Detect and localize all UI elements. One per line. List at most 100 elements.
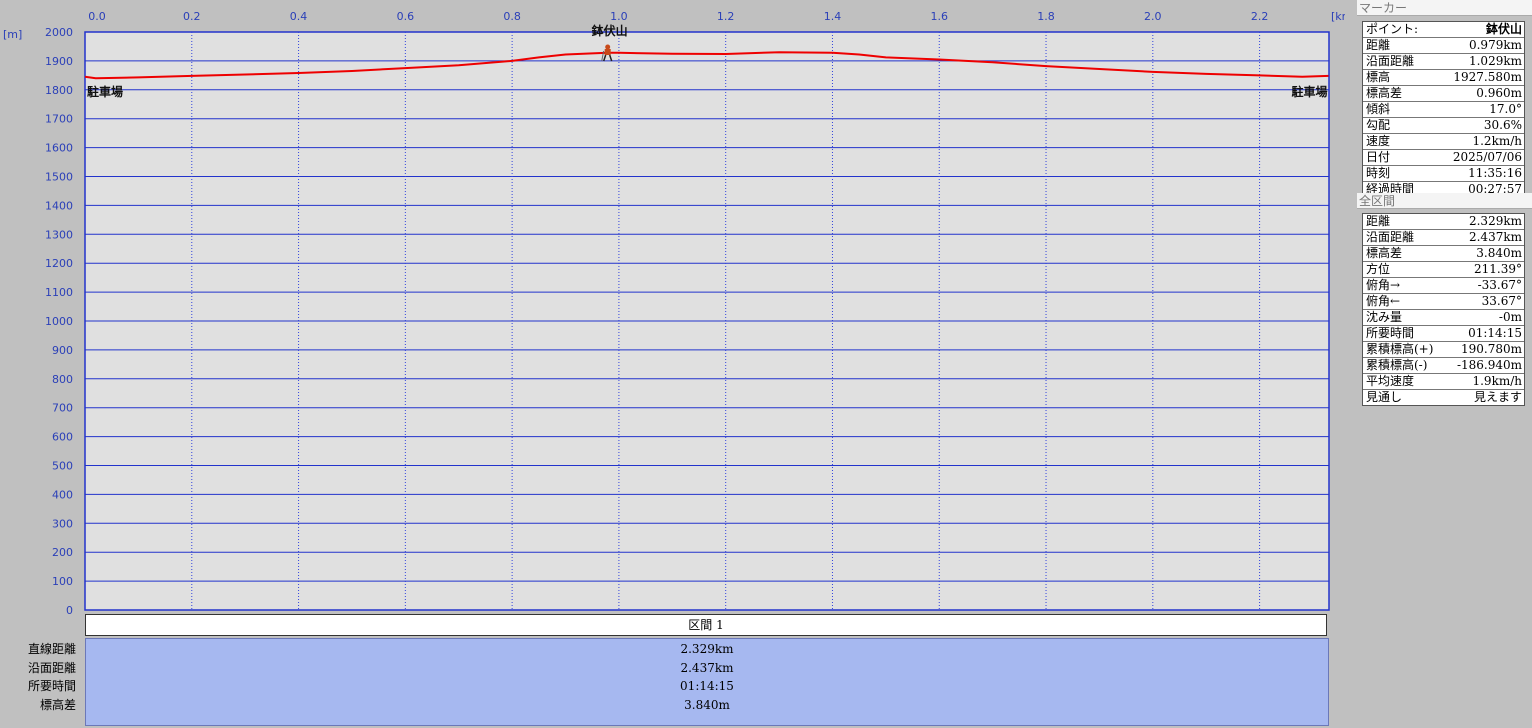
panel-row-key: 俯角→ xyxy=(1366,278,1401,292)
y-tick-label: 1200 xyxy=(45,257,73,270)
section-table: 区間 1 直線距離 2.329km 沿面距離 2.437km 所要時間 01:14:15 標… xyxy=(0,614,1330,728)
y-tick-label: 1900 xyxy=(45,55,73,68)
panel-row-value: 3.840m xyxy=(1476,246,1522,260)
marker-label-end: 駐車場 xyxy=(1291,84,1327,99)
panel-row: 累積標高(-) -186.940m xyxy=(1363,358,1524,374)
panel-row-value: 見えます xyxy=(1473,390,1522,404)
marker-panel-title: マーカー xyxy=(1357,0,1532,16)
x-tick-label: 2.0 xyxy=(1144,10,1162,23)
section-row-value: 2.437km xyxy=(680,660,734,675)
panel-row-value: -33.67° xyxy=(1477,278,1522,292)
section-row-value: 2.329km xyxy=(680,642,734,656)
section-header[interactable]: 区間 1 xyxy=(85,614,1327,636)
marker-panel: ポイント: 鉢伏山 距離 0.979km 沿面距離 1.029km 標高 1927.580m 標… xyxy=(1362,21,1525,198)
y-tick-label: 600 xyxy=(52,431,73,444)
x-axis-ticks: 0.0 0.2 0.4 0.6 0.8 1.0 1.2 1.4 1.6 1.8 2.0 2.2 xyxy=(88,10,1268,23)
section-row-label: 所要時間 xyxy=(27,679,76,693)
x-tick-label: 1.6 xyxy=(930,10,948,23)
panel-row: 傾斜 17.0° xyxy=(1363,102,1524,118)
panel-row-key: 標高差 xyxy=(1366,246,1403,260)
panel-row-key: 時刻 xyxy=(1366,166,1391,180)
panel-row-value: -0m xyxy=(1498,310,1522,324)
panel-row-value: 0.960m xyxy=(1476,86,1522,100)
y-tick-label: 2000 xyxy=(45,26,73,39)
y-tick-label: 500 xyxy=(52,460,73,473)
panel-row-key: 標高差 xyxy=(1366,86,1403,100)
panel-row-value: 11:35:16 xyxy=(1468,166,1522,180)
panel-row: 速度 1.2km/h xyxy=(1363,134,1524,150)
panel-row: 方位 211.39° xyxy=(1363,262,1524,278)
panel-row: ポイント: 鉢伏山 xyxy=(1363,22,1524,38)
panel-row-key: 勾配 xyxy=(1366,118,1391,132)
panel-row-key: 速度 xyxy=(1366,134,1391,148)
y-tick-label: 1400 xyxy=(45,199,73,212)
panel-row-key: 日付 xyxy=(1366,150,1391,164)
y-tick-label: 1100 xyxy=(45,286,73,299)
panel-row-value: 2025/07/06 xyxy=(1452,150,1522,164)
x-tick-label: 2.2 xyxy=(1251,10,1269,23)
panel-row-key: 沿面距離 xyxy=(1366,230,1415,244)
panel-row-value: 30.6% xyxy=(1483,118,1522,132)
panel-row-key: 距離 xyxy=(1366,214,1391,228)
marker-label-summit: 鉢伏山 xyxy=(592,23,628,38)
panel-row: 距離 2.329km xyxy=(1363,214,1524,230)
panel-row: 俯角← 33.67° xyxy=(1363,294,1524,310)
panel-row-value: -186.940m xyxy=(1456,358,1522,372)
section-row-label: 直線距離 xyxy=(27,642,76,656)
y-axis-unit: [m] xyxy=(3,28,22,41)
panel-row: 平均速度 1.9km/h xyxy=(1363,374,1524,390)
panel-row: 標高差 3.840m xyxy=(1363,246,1524,262)
x-tick-label: 1.2 xyxy=(717,10,735,23)
panel-row-value: 1927.580m xyxy=(1453,70,1522,84)
marker-label-start: 駐車場 xyxy=(87,84,123,99)
panel-row: 沿面距離 1.029km xyxy=(1363,54,1524,70)
panel-row-value: 1.2km/h xyxy=(1472,134,1522,148)
panel-row: 日付 2025/07/06 xyxy=(1363,150,1524,166)
panel-row-key: 平均速度 xyxy=(1366,374,1415,388)
panel-row: 標高 1927.580m xyxy=(1363,70,1524,86)
panel-row: 見通し 見えます xyxy=(1363,390,1524,405)
panel-row-value: 33.67° xyxy=(1481,294,1522,308)
y-tick-label: 1700 xyxy=(45,113,73,126)
panel-row-value: 1.9km/h xyxy=(1472,374,1522,388)
x-tick-label: 1.8 xyxy=(1037,10,1055,23)
panel-row-key: 俯角← xyxy=(1366,294,1401,308)
y-tick-label: 400 xyxy=(52,488,73,501)
panel-row: 所要時間 01:14:15 xyxy=(1363,326,1524,342)
panel-row-key: 傾斜 xyxy=(1366,102,1391,116)
panel-row: 俯角→ -33.67° xyxy=(1363,278,1524,294)
y-tick-label: 900 xyxy=(52,344,73,357)
y-tick-label: 1800 xyxy=(45,84,73,97)
y-tick-label: 0 xyxy=(66,604,73,614)
elevation-chart[interactable]: 2000190018001700160015001400130012001100… xyxy=(0,0,1345,614)
panel-row-value: 190.780m xyxy=(1460,342,1522,356)
panel-row: 距離 0.979km xyxy=(1363,38,1524,54)
section-row-value: 01:14:15 xyxy=(680,679,734,693)
x-tick-label: 1.0 xyxy=(610,10,628,23)
x-tick-label: 0.4 xyxy=(290,10,308,23)
panel-row-key: 方位 xyxy=(1366,262,1391,276)
y-tick-label: 100 xyxy=(52,575,73,588)
panel-row-value: 2.329km xyxy=(1468,214,1522,228)
panel-row-value: 211.39° xyxy=(1474,262,1522,276)
panel-row-key: 見通し xyxy=(1366,390,1403,404)
y-tick-label: 700 xyxy=(52,402,73,415)
y-tick-label: 1600 xyxy=(45,142,73,155)
panel-row-value: 鉢伏山 xyxy=(1485,22,1522,36)
x-axis-unit: [km] xyxy=(1331,10,1345,23)
all-section-panel: 距離 2.329km 沿面距離 2.437km 標高差 3.840m 方位 211.39° 俯角… xyxy=(1362,213,1525,406)
x-tick-label: 0.2 xyxy=(183,10,201,23)
y-axis-ticks: 2000190018001700160015001400130012001100… xyxy=(45,26,73,614)
y-tick-label: 1000 xyxy=(45,315,73,328)
panel-row: 累積標高(+) 190.780m xyxy=(1363,342,1524,358)
grid-lines xyxy=(85,32,1329,610)
all-section-panel-title: 全区間 xyxy=(1357,193,1532,209)
panel-row-value: 1.029km xyxy=(1468,54,1522,68)
section-row-label: 沿面距離 xyxy=(27,660,76,675)
panel-row: 沈み量 -0m xyxy=(1363,310,1524,326)
y-tick-label: 300 xyxy=(52,517,73,530)
panel-row-value: 01:14:15 xyxy=(1468,326,1522,340)
x-tick-label: 0.8 xyxy=(503,10,521,23)
panel-row-key: 距離 xyxy=(1366,38,1391,52)
x-tick-label: 1.4 xyxy=(824,10,842,23)
